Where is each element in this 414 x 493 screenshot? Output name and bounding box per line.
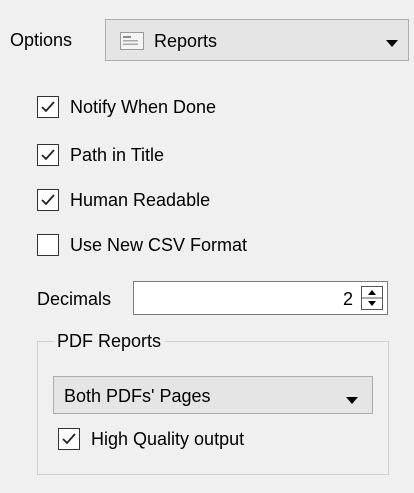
options-label: Options (10, 30, 73, 50)
decimals-value: 2 (342, 289, 353, 309)
options-combo[interactable]: Reports (105, 19, 409, 61)
checkbox-label: Use New CSV Format (70, 235, 248, 255)
checkbox-box[interactable] (37, 96, 59, 118)
checkbox-box[interactable] (37, 234, 59, 256)
checkbox-label: Notify When Done (70, 97, 217, 117)
decimals-label: Decimals (37, 289, 112, 309)
checkmark-icon (41, 194, 55, 206)
pdf-reports-title: PDF Reports (53, 331, 166, 351)
pdf-reports-combo-value: Both PDFs' Pages (64, 386, 211, 406)
options-combo-value: Reports (154, 31, 218, 51)
document-icon (120, 32, 144, 50)
spin-buttons[interactable] (361, 286, 383, 310)
checkbox-box[interactable] (37, 189, 59, 211)
checkbox-box[interactable] (58, 428, 80, 450)
checkmark-icon (41, 149, 55, 161)
checkbox-box[interactable] (37, 144, 59, 166)
checkmark-icon (41, 101, 55, 113)
spin-down-icon (368, 301, 376, 306)
spin-up-icon (368, 290, 376, 295)
checkbox-label: Path in Title (70, 145, 165, 165)
pdf-reports-combo[interactable]: Both PDFs' Pages (53, 376, 373, 414)
checkbox-label: High Quality output (91, 429, 245, 449)
decimals-spinbox[interactable]: 2 (133, 281, 388, 315)
chevron-down-icon (384, 34, 400, 48)
checkbox-label: Human Readable (70, 190, 211, 210)
chevron-down-icon (344, 390, 360, 404)
checkmark-icon (62, 433, 76, 445)
